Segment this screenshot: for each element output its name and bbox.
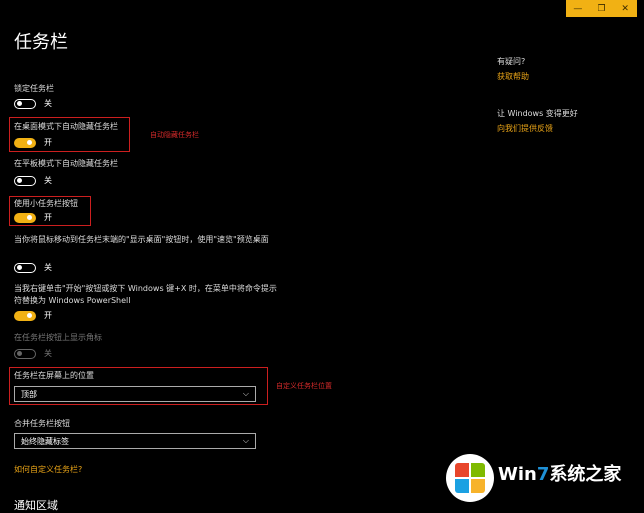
badges-toggle [14,348,36,359]
maximize-button[interactable]: ❐ [591,0,611,17]
combine-label: 合并任务栏按钮 [14,419,70,428]
location-annotation: 自定义任务栏位置 [276,382,332,390]
badges-toggle-row: 关 [14,348,52,359]
small-buttons-label: 使用小任务栏按钮 [14,199,78,208]
auto-hide-tablet-toggle-row: 关 [14,175,52,186]
badges-state: 关 [44,349,52,358]
lock-taskbar-toggle-row: 关 [14,98,52,109]
improve-heading: 让 Windows 变得更好 [497,109,578,118]
lock-taskbar-label: 锁定任务栏 [14,84,54,93]
powershell-label: 当我右键单击"开始"按钮或按下 Windows 键+X 时，在菜单中将命令提示符… [14,284,277,305]
combine-value: 始终隐藏标签 [21,436,69,446]
location-label: 任务栏在屏幕上的位置 [14,371,94,380]
notification-area-heading: 通知区域 [14,499,58,512]
powershell-state: 开 [44,311,52,320]
windows-logo-icon [446,454,494,502]
lock-taskbar-toggle[interactable] [14,98,36,109]
help-heading: 有疑问? [497,57,526,66]
page-title: 任务栏 [14,32,68,53]
customize-taskbar-link[interactable]: 如何自定义任务栏? [14,464,82,475]
peek-label: 当你将鼠标移动到任务栏末端的"显示桌面"按钮时，使用"速览"预览桌面 [14,235,269,244]
chevron-down-icon: ⌵ [242,389,249,398]
auto-hide-annotation: 自动隐藏任务栏 [150,131,199,139]
feedback-link[interactable]: 向我们提供反馈 [497,123,553,134]
combine-dropdown[interactable]: 始终隐藏标签 ⌵ [14,433,256,449]
peek-state: 关 [44,263,52,272]
peek-toggle[interactable] [14,262,36,273]
chevron-down-icon: ⌵ [242,436,249,445]
lock-taskbar-state: 关 [44,99,52,108]
auto-hide-tablet-label: 在平板模式下自动隐藏任务栏 [14,159,118,168]
watermark-text: Win7系统之家 [498,464,622,485]
peek-toggle-row: 关 [14,262,52,273]
get-help-link[interactable]: 获取帮助 [497,71,529,82]
powershell-toggle[interactable] [14,310,36,321]
powershell-toggle-row: 开 [14,310,52,321]
auto-hide-desktop-toggle-row: 开 [14,137,52,148]
small-buttons-state: 开 [44,213,52,222]
auto-hide-desktop-toggle[interactable] [14,137,36,148]
watermark: Win7系统之家 [446,452,641,504]
small-buttons-toggle-row: 开 [14,212,52,223]
small-buttons-toggle[interactable] [14,212,36,223]
location-dropdown[interactable]: 顶部 ⌵ [14,386,256,402]
location-value: 顶部 [21,389,37,399]
window-controls: — ❐ ✕ [566,0,637,17]
auto-hide-tablet-state: 关 [44,176,52,185]
auto-hide-desktop-state: 开 [44,138,52,147]
close-button[interactable]: ✕ [615,0,635,17]
minimize-button[interactable]: — [568,0,588,17]
badges-label: 在任务栏按钮上显示角标 [14,333,102,342]
auto-hide-tablet-toggle[interactable] [14,175,36,186]
auto-hide-desktop-label: 在桌面模式下自动隐藏任务栏 [14,122,118,131]
